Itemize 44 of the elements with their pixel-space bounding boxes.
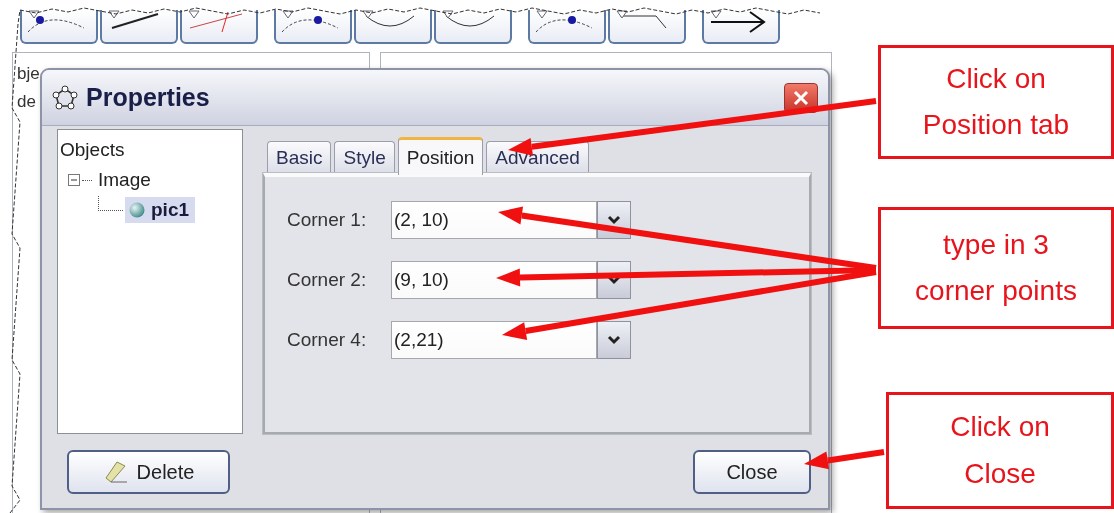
- caret-icon: [362, 10, 374, 19]
- callout-text: Click on Close: [950, 410, 1050, 491]
- tree-item[interactable]: Image: [94, 167, 157, 193]
- caret-icon: [188, 10, 200, 19]
- tool-button[interactable]: [274, 10, 352, 44]
- chevron-icon: [607, 215, 621, 225]
- chevron-icon: [607, 335, 621, 345]
- coordinate-field[interactable]: (2, 10): [391, 201, 597, 239]
- dropdown-button[interactable]: [597, 321, 631, 359]
- tab[interactable]: Style: [334, 141, 395, 173]
- delete-button[interactable]: Delete: [67, 450, 230, 494]
- close-dialog-button[interactable]: Close: [693, 450, 811, 494]
- tool-button[interactable]: [702, 10, 780, 44]
- caret-icon: [108, 10, 120, 19]
- sphere-icon: [129, 202, 145, 218]
- callout-text: type in 3 corner points: [915, 227, 1077, 308]
- caret-icon: [282, 10, 294, 19]
- pentagon-icon: [52, 84, 78, 111]
- coordinate-field[interactable]: (2,21): [391, 321, 597, 359]
- lines-icon: [188, 10, 244, 34]
- field-label: Corner 2:: [287, 269, 368, 291]
- caret-icon: [28, 10, 40, 19]
- field-label: Corner 4:: [287, 329, 368, 351]
- collapse-icon[interactable]: [68, 174, 80, 186]
- tool-button[interactable]: [20, 10, 98, 44]
- chevron-icon: [607, 275, 621, 285]
- caret-icon: [536, 10, 548, 19]
- tool-button[interactable]: [528, 10, 606, 44]
- tab[interactable]: Basic: [267, 141, 332, 173]
- panel-text: de: [17, 92, 36, 112]
- caret-icon: [616, 10, 628, 19]
- arrow-icon: [710, 10, 766, 34]
- tree-root: Objects: [60, 139, 125, 161]
- tool-button[interactable]: [100, 10, 178, 44]
- window-title: Properties: [86, 83, 211, 112]
- caret-icon: [710, 10, 722, 19]
- close-icon: [792, 88, 810, 107]
- callout-text: Click on Position tab: [922, 61, 1070, 142]
- tab[interactable]: Position: [397, 137, 484, 175]
- tree-item[interactable]: pic1: [125, 197, 196, 223]
- coordinate-field[interactable]: (9, 10): [391, 261, 597, 299]
- caret-icon: [442, 10, 454, 19]
- field-label: Corner 1:: [287, 209, 368, 231]
- panel-text: bje: [17, 64, 40, 84]
